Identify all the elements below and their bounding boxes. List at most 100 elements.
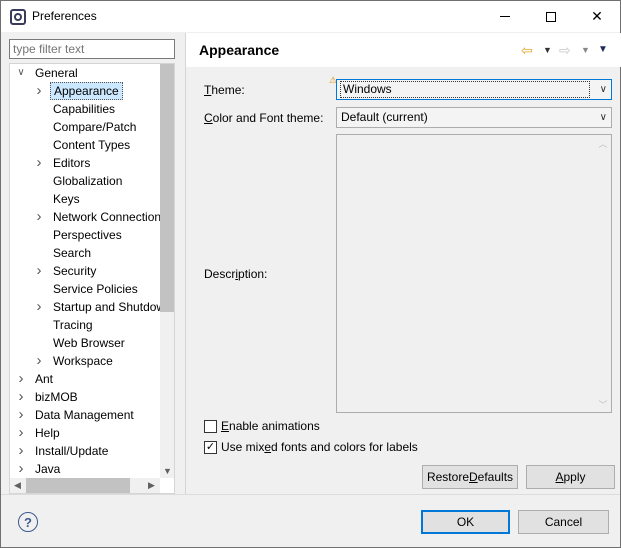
expand-right-icon[interactable]: › (34, 298, 44, 316)
expand-right-icon[interactable]: › (16, 424, 26, 442)
scroll-right-icon[interactable]: ▶ (144, 478, 159, 493)
tree-item[interactable]: Tracing (10, 316, 160, 334)
page-title: Appearance (199, 42, 280, 58)
tree-item[interactable]: › Ant (10, 370, 160, 388)
scroll-left-icon[interactable]: ◀ (10, 478, 25, 493)
description-text-area[interactable]: ︿ ﹀ (336, 134, 612, 413)
expand-right-icon[interactable]: › (34, 82, 44, 100)
color-font-theme-label: Color and Font theme: (204, 111, 324, 125)
tree-item-label: Help (35, 426, 60, 440)
tree-item[interactable]: › Java (10, 460, 160, 478)
tree-item-label: Install/Update (35, 444, 109, 458)
preference-tree: ∨ General › Appearance Capabilities Compare/P… (9, 63, 175, 494)
expand-right-icon[interactable]: › (16, 406, 26, 424)
tree-item[interactable]: Keys (10, 190, 160, 208)
tree-item[interactable]: Capabilities (10, 100, 160, 118)
tree-item[interactable]: › Workspace (10, 352, 160, 370)
tree-item[interactable]: Perspectives (10, 226, 160, 244)
tree-item[interactable]: › Security (10, 262, 160, 280)
tree-item[interactable]: Web Browser (10, 334, 160, 352)
tree-item[interactable]: › Editors (10, 154, 160, 172)
tree-item[interactable]: › Data Management (10, 406, 160, 424)
chevron-down-icon: ∨ (599, 112, 607, 123)
tree-item-label: Startup and Shutdown (53, 300, 160, 314)
tree-item[interactable]: Compare/Patch (10, 118, 160, 136)
expand-right-icon[interactable]: › (34, 352, 44, 370)
checkmark-icon: ✓ (205, 440, 216, 453)
tree-item[interactable]: › Network Connections (10, 208, 161, 226)
tree-viewport: ∨ General › Appearance Capabilities Compare/P… (10, 64, 160, 478)
back-dropdown-icon[interactable]: ▼ (543, 45, 552, 55)
enable-animations-label: Enable animations (221, 419, 320, 433)
restore-defaults-button[interactable]: Restore Defaults (422, 465, 518, 489)
maximize-icon (546, 11, 556, 22)
tree-item[interactable]: Service Policies (10, 280, 160, 298)
tree-item[interactable]: › Startup and Shutdown (10, 298, 161, 316)
minimize-button[interactable] (482, 1, 528, 32)
tree-item[interactable]: › Help (10, 424, 160, 442)
expand-right-icon[interactable]: › (34, 154, 44, 172)
theme-select[interactable]: Windows ∨ (336, 79, 612, 100)
footer-separator (1, 494, 620, 495)
tree-vertical-scrollbar[interactable]: ▼ (160, 64, 174, 478)
enable-animations-checkbox[interactable]: Enable animations (204, 418, 320, 434)
tree-item[interactable]: ∨ General (10, 64, 160, 82)
scroll-up-icon[interactable]: ︿ (595, 135, 611, 151)
vertical-scroll-thumb[interactable] (160, 64, 174, 312)
tree-item[interactable]: Search (10, 244, 160, 262)
tree-item[interactable]: › bizMOB (10, 388, 160, 406)
expand-right-icon[interactable]: › (16, 388, 26, 406)
scroll-down-icon[interactable]: ▼ (160, 463, 174, 478)
enable-animations-box[interactable] (204, 419, 217, 433)
tree-horizontal-scrollbar[interactable]: ◀ ▶ (10, 478, 160, 493)
tree-item-label: Content Types (53, 138, 131, 152)
tree-item[interactable]: Globalization (10, 172, 160, 190)
tree-item-label: Globalization (53, 174, 123, 188)
tree-item-label: Java (35, 462, 61, 476)
mixed-fonts-label: Use mixed fonts and colors for labels (221, 440, 418, 454)
scroll-down-icon[interactable]: ﹀ (595, 396, 611, 412)
expand-right-icon[interactable]: › (34, 262, 44, 280)
tree-item-label: bizMOB (35, 390, 78, 404)
chevron-down-icon: ∨ (599, 84, 607, 95)
back-arrow-icon[interactable]: ⇦ (521, 42, 533, 59)
tree-item[interactable]: › Install/Update (10, 442, 160, 460)
tree-item-label: Ant (35, 372, 54, 386)
expand-right-icon[interactable]: › (34, 208, 44, 226)
description-label: Description: (204, 267, 268, 281)
description-scrollbar[interactable]: ︿ ﹀ (595, 135, 611, 412)
close-button[interactable]: ✕ (574, 1, 620, 32)
forward-arrow-icon[interactable]: ⇨ (559, 42, 571, 59)
expand-right-icon[interactable]: › (16, 460, 26, 478)
expand-down-icon[interactable]: ∨ (16, 64, 26, 82)
tree-item-label: Security (53, 264, 97, 278)
expand-right-icon[interactable]: › (16, 370, 26, 388)
close-icon: ✕ (591, 8, 603, 24)
cancel-button[interactable]: Cancel (518, 510, 609, 534)
tree-item-label: Service Policies (53, 282, 138, 296)
help-icon[interactable]: ? (18, 512, 38, 532)
mixed-fonts-checkbox[interactable]: ✓ Use mixed fonts and colors for labels (204, 439, 418, 455)
apply-button[interactable]: Apply (526, 465, 615, 489)
preference-page: Appearance ⇦ ▼ ⇨ ▼ ▼ Theme: ⚠ Windows ∨ … (185, 33, 621, 494)
maximize-button[interactable] (528, 1, 574, 32)
forward-dropdown-icon[interactable]: ▼ (581, 45, 590, 55)
horizontal-scroll-thumb[interactable] (26, 478, 130, 493)
filter-input[interactable] (9, 39, 175, 59)
tree-item[interactable]: Content Types (10, 136, 160, 154)
color-font-theme-select[interactable]: Default (current) ∨ (336, 107, 612, 128)
theme-label: Theme: (204, 83, 245, 97)
ok-button[interactable]: OK (421, 510, 510, 534)
tree-item-label: Perspectives (53, 228, 122, 242)
expand-right-icon[interactable]: › (16, 442, 26, 460)
tree-item-label: Capabilities (53, 102, 116, 116)
view-menu-icon[interactable]: ▼ (598, 44, 608, 55)
window-title: Preferences (32, 9, 97, 23)
title-bar: Preferences ✕ (1, 1, 620, 32)
eclipse-app-icon (10, 9, 26, 25)
tree-item[interactable]: › Appearance (10, 82, 160, 100)
tree-item-label: Tracing (53, 318, 93, 332)
tree-item-label: Data Management (35, 408, 134, 422)
tree-item-label: Network Connections (53, 210, 160, 224)
mixed-fonts-box[interactable]: ✓ (204, 440, 217, 454)
